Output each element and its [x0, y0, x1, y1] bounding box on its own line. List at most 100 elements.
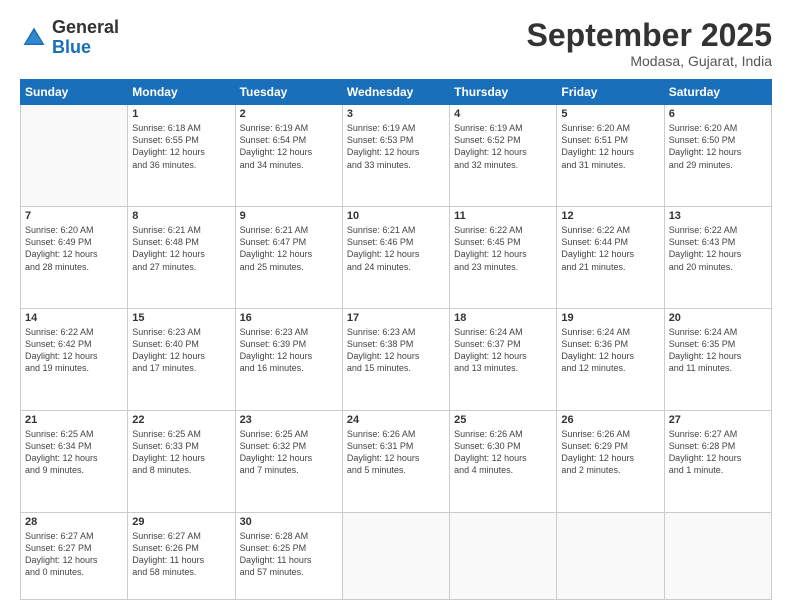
day-info: Sunrise: 6:27 AM Sunset: 6:27 PM Dayligh…: [25, 530, 123, 579]
day-number: 5: [561, 108, 659, 120]
day-number: 22: [132, 414, 230, 426]
day-cell: 22 Sunrise: 6:25 AM Sunset: 6:33 PM Dayli…: [128, 411, 235, 513]
day-number: 20: [669, 312, 767, 324]
day-number: 19: [561, 312, 659, 324]
logo-icon: [20, 24, 48, 52]
day-info: Sunrise: 6:19 AM Sunset: 6:52 PM Dayligh…: [454, 122, 552, 171]
day-cell: 23 Sunrise: 6:25 AM Sunset: 6:32 PM Dayli…: [235, 411, 342, 513]
day-number: 2: [240, 108, 338, 120]
day-number: 9: [240, 210, 338, 222]
day-info: Sunrise: 6:27 AM Sunset: 6:26 PM Dayligh…: [132, 530, 230, 579]
day-info: Sunrise: 6:22 AM Sunset: 6:45 PM Dayligh…: [454, 224, 552, 273]
day-cell: 18 Sunrise: 6:24 AM Sunset: 6:37 PM Dayli…: [450, 309, 557, 411]
day-number: 17: [347, 312, 445, 324]
day-number: 12: [561, 210, 659, 222]
day-info: Sunrise: 6:21 AM Sunset: 6:46 PM Dayligh…: [347, 224, 445, 273]
day-cell: 21Sunrise: 6:25 AM Sunset: 6:34 PM Dayli…: [21, 411, 128, 513]
day-cell: 20 Sunrise: 6:24 AM Sunset: 6:35 PM Dayli…: [664, 309, 771, 411]
day-number: 15: [132, 312, 230, 324]
day-number: 26: [561, 414, 659, 426]
day-info: Sunrise: 6:20 AM Sunset: 6:51 PM Dayligh…: [561, 122, 659, 171]
header-row: SundayMondayTuesdayWednesdayThursdayFrid…: [21, 80, 772, 105]
day-cell: [557, 512, 664, 599]
day-cell: 28Sunrise: 6:27 AM Sunset: 6:27 PM Dayli…: [21, 512, 128, 599]
day-number: 7: [25, 210, 123, 222]
day-info: Sunrise: 6:28 AM Sunset: 6:25 PM Dayligh…: [240, 530, 338, 579]
day-number: 3: [347, 108, 445, 120]
col-header-thursday: Thursday: [450, 80, 557, 105]
col-header-tuesday: Tuesday: [235, 80, 342, 105]
day-cell: 13Sunrise: 6:22 AM Sunset: 6:43 PM Dayli…: [664, 207, 771, 309]
day-info: Sunrise: 6:25 AM Sunset: 6:32 PM Dayligh…: [240, 428, 338, 477]
day-number: 13: [669, 210, 767, 222]
day-number: 29: [132, 516, 230, 528]
week-row-3: 14 Sunrise: 6:22 AM Sunset: 6:42 PM Dayli…: [21, 309, 772, 411]
day-cell: 24Sunrise: 6:26 AM Sunset: 6:31 PM Dayli…: [342, 411, 449, 513]
day-info: Sunrise: 6:26 AM Sunset: 6:30 PM Dayligh…: [454, 428, 552, 477]
day-number: 27: [669, 414, 767, 426]
day-cell: 19 Sunrise: 6:24 AM Sunset: 6:36 PM Dayli…: [557, 309, 664, 411]
day-number: 23: [240, 414, 338, 426]
day-cell: 27 Sunrise: 6:27 AM Sunset: 6:28 PM Dayli…: [664, 411, 771, 513]
page: General Blue September 2025 Modasa, Guja…: [0, 0, 792, 612]
day-cell: 25 Sunrise: 6:26 AM Sunset: 6:30 PM Dayli…: [450, 411, 557, 513]
month-title: September 2025: [527, 18, 772, 53]
col-header-wednesday: Wednesday: [342, 80, 449, 105]
day-number: 30: [240, 516, 338, 528]
day-cell: 15 Sunrise: 6:23 AM Sunset: 6:40 PM Dayli…: [128, 309, 235, 411]
day-cell: 17 Sunrise: 6:23 AM Sunset: 6:38 PM Dayli…: [342, 309, 449, 411]
day-info: Sunrise: 6:26 AM Sunset: 6:29 PM Dayligh…: [561, 428, 659, 477]
day-info: Sunrise: 6:24 AM Sunset: 6:37 PM Dayligh…: [454, 326, 552, 375]
week-row-1: 1Sunrise: 6:18 AM Sunset: 6:55 PM Daylig…: [21, 105, 772, 207]
day-cell: 10 Sunrise: 6:21 AM Sunset: 6:46 PM Dayli…: [342, 207, 449, 309]
day-number: 10: [347, 210, 445, 222]
day-info: Sunrise: 6:21 AM Sunset: 6:47 PM Dayligh…: [240, 224, 338, 273]
day-cell: 7Sunrise: 6:20 AM Sunset: 6:49 PM Daylig…: [21, 207, 128, 309]
day-cell: 14 Sunrise: 6:22 AM Sunset: 6:42 PM Dayli…: [21, 309, 128, 411]
day-info: Sunrise: 6:22 AM Sunset: 6:42 PM Dayligh…: [25, 326, 123, 375]
day-info: Sunrise: 6:24 AM Sunset: 6:36 PM Dayligh…: [561, 326, 659, 375]
week-row-2: 7Sunrise: 6:20 AM Sunset: 6:49 PM Daylig…: [21, 207, 772, 309]
day-cell: 16Sunrise: 6:23 AM Sunset: 6:39 PM Dayli…: [235, 309, 342, 411]
day-cell: 1Sunrise: 6:18 AM Sunset: 6:55 PM Daylig…: [128, 105, 235, 207]
day-number: 25: [454, 414, 552, 426]
logo-general: General: [52, 18, 119, 38]
col-header-saturday: Saturday: [664, 80, 771, 105]
day-info: Sunrise: 6:20 AM Sunset: 6:50 PM Dayligh…: [669, 122, 767, 171]
day-cell: 3 Sunrise: 6:19 AM Sunset: 6:53 PM Daylig…: [342, 105, 449, 207]
day-number: 4: [454, 108, 552, 120]
day-cell: 8 Sunrise: 6:21 AM Sunset: 6:48 PM Daylig…: [128, 207, 235, 309]
day-info: Sunrise: 6:19 AM Sunset: 6:53 PM Dayligh…: [347, 122, 445, 171]
day-info: Sunrise: 6:26 AM Sunset: 6:31 PM Dayligh…: [347, 428, 445, 477]
day-info: Sunrise: 6:23 AM Sunset: 6:40 PM Dayligh…: [132, 326, 230, 375]
day-info: Sunrise: 6:21 AM Sunset: 6:48 PM Dayligh…: [132, 224, 230, 273]
day-cell: 5 Sunrise: 6:20 AM Sunset: 6:51 PM Daylig…: [557, 105, 664, 207]
logo: General Blue: [20, 18, 119, 58]
day-cell: 4 Sunrise: 6:19 AM Sunset: 6:52 PM Daylig…: [450, 105, 557, 207]
header: General Blue September 2025 Modasa, Guja…: [20, 18, 772, 69]
day-info: Sunrise: 6:25 AM Sunset: 6:33 PM Dayligh…: [132, 428, 230, 477]
day-cell: 2Sunrise: 6:19 AM Sunset: 6:54 PM Daylig…: [235, 105, 342, 207]
day-cell: 26 Sunrise: 6:26 AM Sunset: 6:29 PM Dayli…: [557, 411, 664, 513]
day-cell: 12 Sunrise: 6:22 AM Sunset: 6:44 PM Dayli…: [557, 207, 664, 309]
calendar-table: SundayMondayTuesdayWednesdayThursdayFrid…: [20, 79, 772, 600]
location: Modasa, Gujarat, India: [527, 53, 772, 69]
day-number: 16: [240, 312, 338, 324]
day-info: Sunrise: 6:23 AM Sunset: 6:38 PM Dayligh…: [347, 326, 445, 375]
week-row-5: 28Sunrise: 6:27 AM Sunset: 6:27 PM Dayli…: [21, 512, 772, 599]
day-cell: 6 Sunrise: 6:20 AM Sunset: 6:50 PM Daylig…: [664, 105, 771, 207]
day-info: Sunrise: 6:27 AM Sunset: 6:28 PM Dayligh…: [669, 428, 767, 477]
day-number: 14: [25, 312, 123, 324]
day-cell: 29 Sunrise: 6:27 AM Sunset: 6:26 PM Dayli…: [128, 512, 235, 599]
logo-blue: Blue: [52, 38, 119, 58]
col-header-friday: Friday: [557, 80, 664, 105]
day-number: 18: [454, 312, 552, 324]
day-info: Sunrise: 6:22 AM Sunset: 6:44 PM Dayligh…: [561, 224, 659, 273]
day-number: 6: [669, 108, 767, 120]
col-header-sunday: Sunday: [21, 80, 128, 105]
day-number: 8: [132, 210, 230, 222]
logo-text: General Blue: [52, 18, 119, 58]
day-info: Sunrise: 6:24 AM Sunset: 6:35 PM Dayligh…: [669, 326, 767, 375]
col-header-monday: Monday: [128, 80, 235, 105]
title-block: September 2025 Modasa, Gujarat, India: [527, 18, 772, 69]
